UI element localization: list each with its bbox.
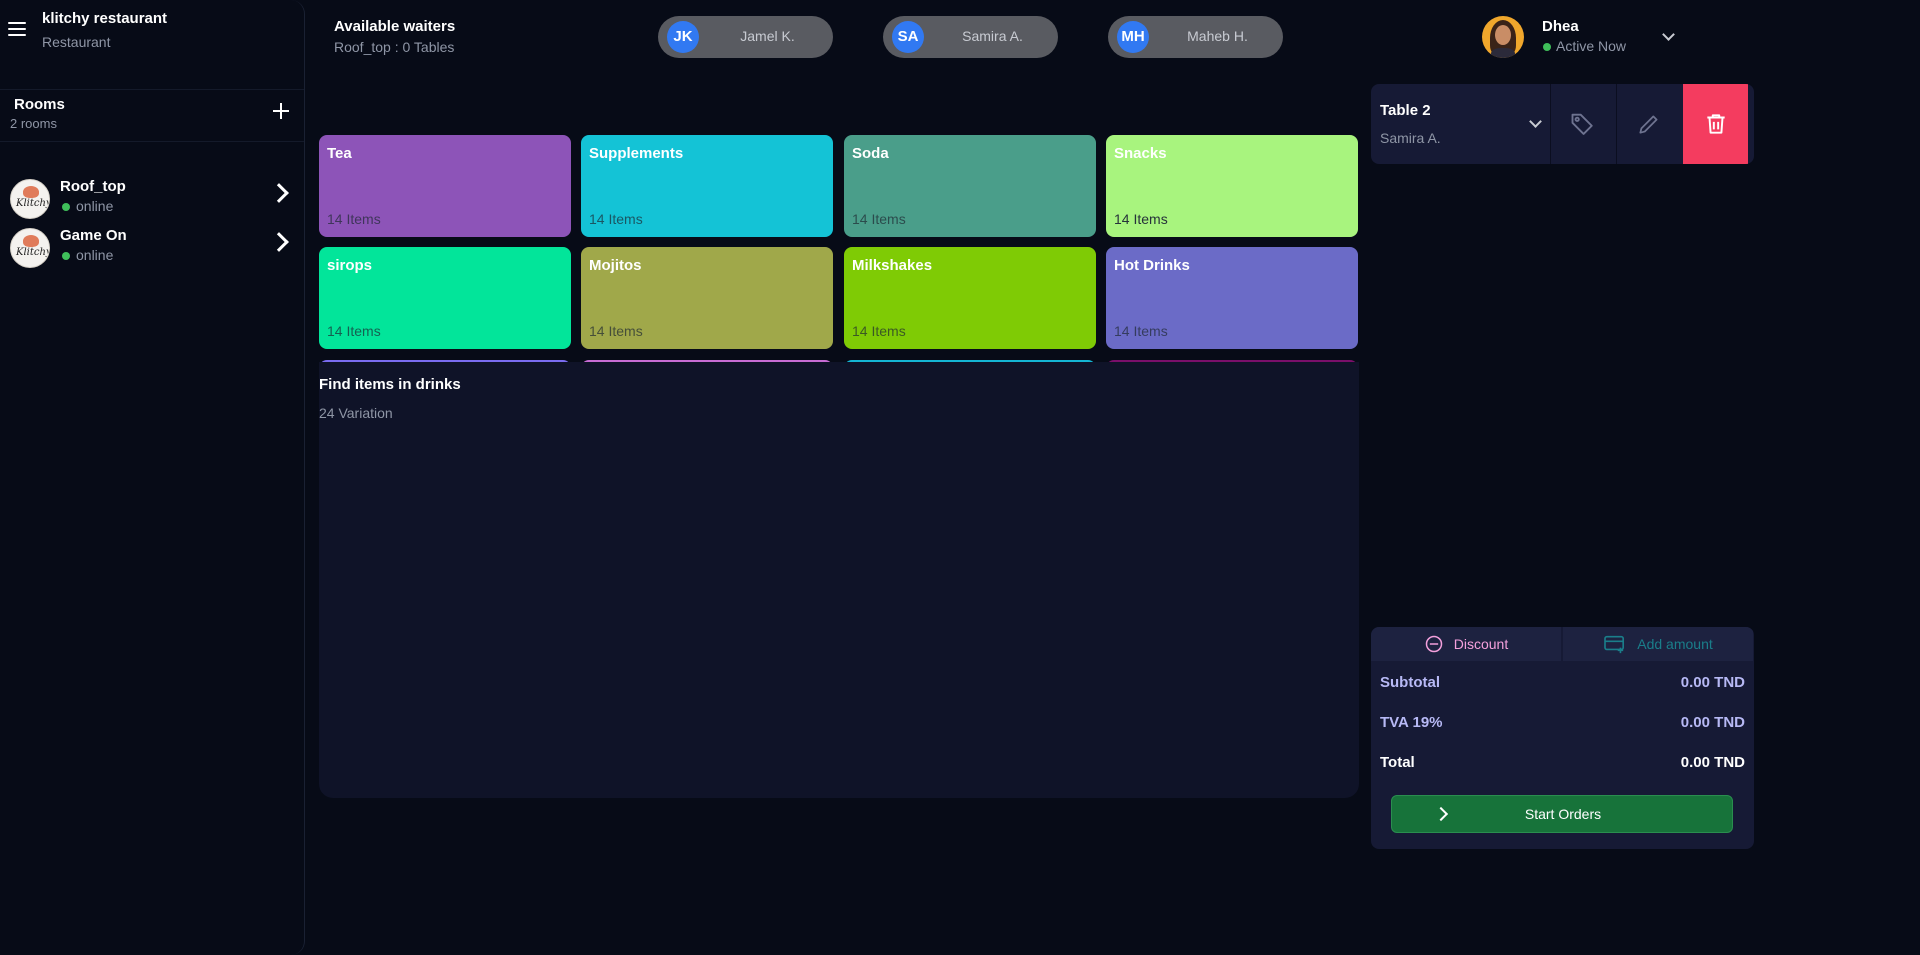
room-item-game-on[interactable]: Klitchy Game On online bbox=[0, 225, 305, 269]
category-count: 14 Items bbox=[327, 211, 381, 227]
category-name: Tea bbox=[327, 145, 352, 162]
waiter-name: Maheb H. bbox=[1187, 28, 1248, 44]
chevron-right-icon[interactable] bbox=[269, 232, 289, 252]
find-items-panel: Find items in drinks 24 Variation bbox=[319, 362, 1359, 798]
total-row: Total 0.00 TND bbox=[1380, 754, 1745, 774]
category-card-mojitos[interactable]: Mojitos 14 Items bbox=[581, 247, 833, 349]
sidebar: klitchy restaurant Restaurant Rooms 2 ro… bbox=[0, 0, 305, 955]
menu-icon[interactable] bbox=[8, 22, 26, 36]
minus-circle-icon bbox=[1425, 635, 1443, 653]
waiter-avatar: JK bbox=[667, 21, 699, 53]
divider bbox=[0, 141, 304, 142]
add-amount-label: Add amount bbox=[1637, 636, 1713, 652]
category-card-snacks[interactable]: Snacks 14 Items bbox=[1106, 135, 1358, 237]
total-label: Total bbox=[1380, 754, 1415, 771]
room-name: Roof_top bbox=[60, 178, 126, 195]
table-bar: Table 2 Samira A. bbox=[1371, 84, 1754, 164]
rooms-count: 2 rooms bbox=[10, 116, 57, 131]
edit-button[interactable] bbox=[1616, 84, 1681, 164]
category-count: 14 Items bbox=[852, 323, 906, 339]
subtotal-label: Subtotal bbox=[1380, 674, 1440, 691]
category-card-milkshakes[interactable]: Milkshakes 14 Items bbox=[844, 247, 1096, 349]
variation-count: 24 Variation bbox=[319, 405, 393, 421]
trash-icon bbox=[1706, 114, 1725, 134]
tva-row: TVA 19% 0.00 TND bbox=[1380, 714, 1745, 734]
order-summary: Discount Add amount Subtotal 0.00 TND TV… bbox=[1371, 627, 1754, 849]
add-amount-button[interactable]: Add amount bbox=[1563, 627, 1753, 661]
category-name: Supplements bbox=[589, 145, 684, 162]
category-name: Milkshakes bbox=[852, 257, 933, 274]
add-room-button[interactable] bbox=[270, 100, 292, 122]
delete-button[interactable] bbox=[1683, 84, 1748, 164]
category-name: Soda bbox=[852, 145, 889, 162]
category-card-supplements[interactable]: Supplements 14 Items bbox=[581, 135, 833, 237]
tva-label: TVA 19% bbox=[1380, 714, 1443, 731]
tag-icon bbox=[1571, 113, 1593, 135]
total-value: 0.00 TND bbox=[1680, 754, 1745, 771]
avatar bbox=[1482, 16, 1524, 58]
find-items-title: Find items in drinks bbox=[319, 376, 461, 393]
discount-button[interactable]: Discount bbox=[1371, 627, 1561, 661]
category-count: 14 Items bbox=[1114, 211, 1168, 227]
user-status: Active Now bbox=[1542, 38, 1626, 54]
pencil-icon bbox=[1639, 115, 1658, 134]
table-name: Table 2 bbox=[1380, 102, 1431, 119]
tag-button[interactable] bbox=[1550, 84, 1615, 164]
waiters-title: Available waiters bbox=[334, 18, 456, 35]
category-grid: Tea 14 Items Supplements 14 Items Soda 1… bbox=[319, 135, 1359, 365]
category-count: 14 Items bbox=[852, 211, 906, 227]
rooms-header: Rooms 2 rooms bbox=[0, 90, 305, 140]
restaurant-name: klitchy restaurant bbox=[42, 10, 168, 27]
available-waiters-header: Available waiters Roof_top : 0 Tables bbox=[334, 18, 455, 55]
table-waiter: Samira A. bbox=[1380, 130, 1441, 146]
start-orders-button[interactable]: Start Orders bbox=[1391, 795, 1733, 833]
category-card-tea[interactable]: Tea 14 Items bbox=[319, 135, 571, 237]
room-logo: Klitchy bbox=[10, 228, 50, 268]
subtotal-row: Subtotal 0.00 TND bbox=[1380, 674, 1745, 694]
brand-header: klitchy restaurant Restaurant bbox=[0, 0, 305, 62]
user-menu[interactable]: Dhea Active Now bbox=[1482, 16, 1682, 60]
table-selector[interactable]: Table 2 Samira A. bbox=[1371, 84, 1550, 164]
discount-label: Discount bbox=[1453, 636, 1509, 652]
waiter-avatar: SA bbox=[892, 21, 924, 53]
waiter-pill-jamel[interactable]: JK Jamel K. bbox=[658, 16, 833, 58]
category-count: 14 Items bbox=[327, 323, 381, 339]
category-name: sirops bbox=[327, 257, 373, 274]
waiter-pill-samira[interactable]: SA Samira A. bbox=[883, 16, 1058, 58]
category-count: 14 Items bbox=[589, 211, 643, 227]
room-logo: Klitchy bbox=[10, 179, 50, 219]
category-count: 14 Items bbox=[1114, 323, 1168, 339]
subtotal-value: 0.00 TND bbox=[1680, 674, 1745, 691]
room-status: online bbox=[60, 247, 113, 263]
waiter-avatar: MH bbox=[1117, 21, 1149, 53]
tva-value: 0.00 TND bbox=[1680, 714, 1745, 731]
category-count: 14 Items bbox=[589, 323, 643, 339]
chevron-right-icon[interactable] bbox=[269, 183, 289, 203]
room-status: online bbox=[60, 198, 113, 214]
start-orders-label: Start Orders bbox=[1524, 806, 1602, 822]
category-card-soda[interactable]: Soda 14 Items bbox=[844, 135, 1096, 237]
category-card-sirops[interactable]: sirops 14 Items bbox=[319, 247, 571, 349]
waiter-name: Samira A. bbox=[962, 28, 1023, 44]
card-plus-icon bbox=[1604, 635, 1625, 654]
restaurant-type: Restaurant bbox=[42, 34, 111, 50]
summary-actions: Discount Add amount bbox=[1371, 627, 1754, 661]
waiter-pill-maheb[interactable]: MH Maheb H. bbox=[1108, 16, 1283, 58]
rooms-title: Rooms bbox=[14, 96, 65, 113]
category-card-hot-drinks[interactable]: Hot Drinks 14 Items bbox=[1106, 247, 1358, 349]
category-name: Snacks bbox=[1114, 145, 1167, 162]
room-name: Game On bbox=[60, 227, 127, 244]
category-name: Hot Drinks bbox=[1114, 257, 1190, 274]
chevron-down-icon[interactable] bbox=[1529, 115, 1542, 128]
room-item-roof-top[interactable]: Klitchy Roof_top online bbox=[0, 176, 305, 220]
chevron-down-icon[interactable] bbox=[1662, 28, 1675, 41]
waiters-subtitle: Roof_top : 0 Tables bbox=[334, 39, 455, 55]
waiter-name: Jamel K. bbox=[740, 28, 795, 44]
category-name: Mojitos bbox=[589, 257, 642, 274]
user-name: Dhea bbox=[1542, 18, 1579, 35]
